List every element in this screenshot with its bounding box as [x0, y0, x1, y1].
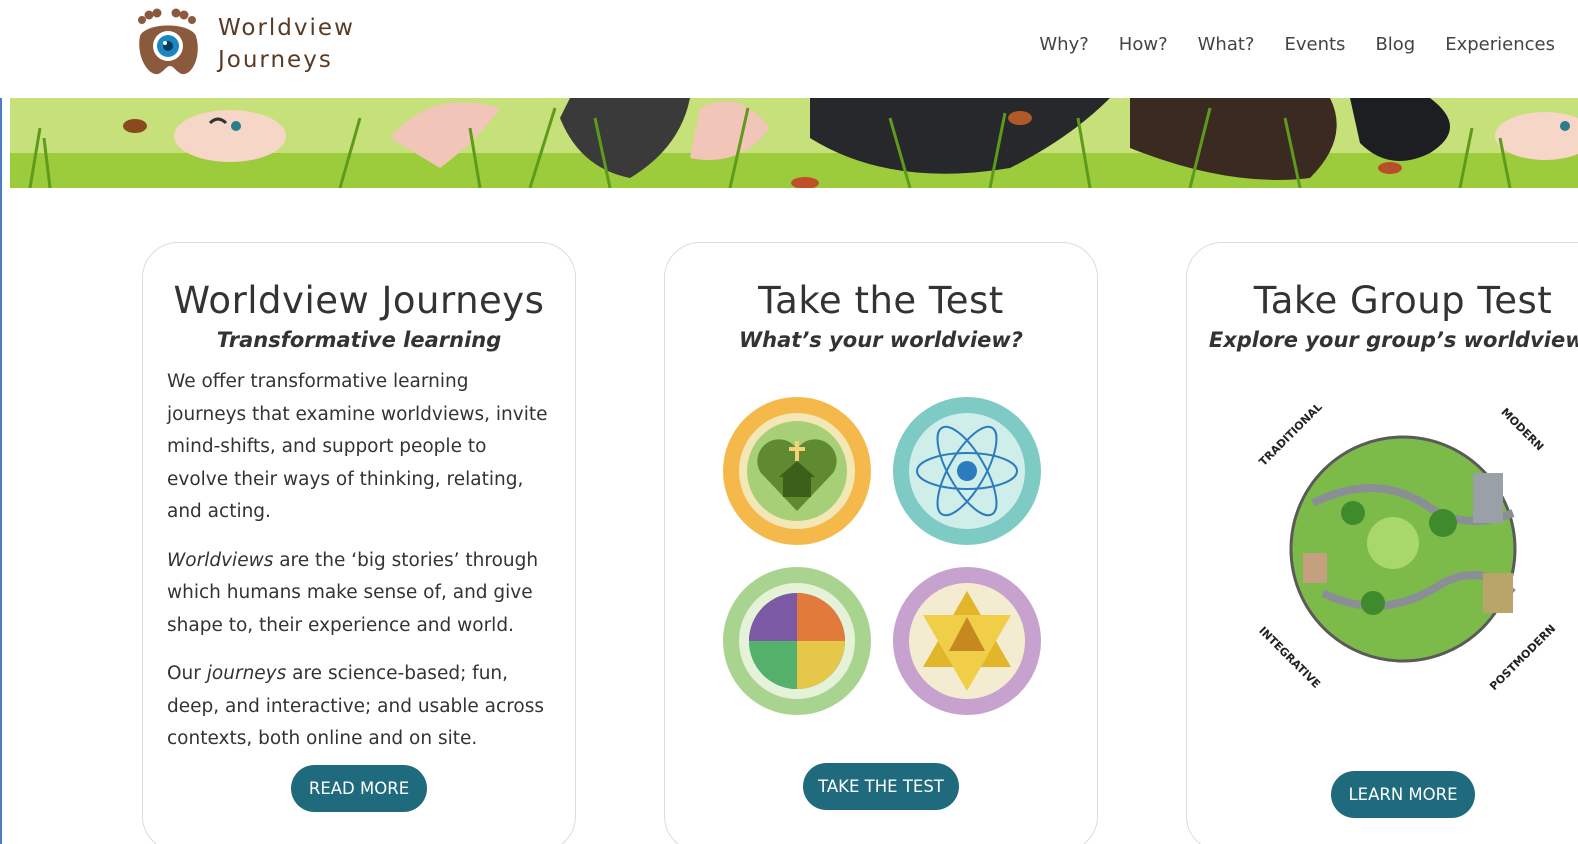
emphasis-text: Worldviews [167, 549, 274, 571]
card-paragraph: Worldviews are the ‘big stories’ through… [167, 545, 551, 643]
footprints-eye-logo-icon [132, 8, 208, 80]
site-header: Worldview Journeys Why? How? What? Event… [0, 0, 1578, 98]
site-logo[interactable]: Worldview Journeys [132, 8, 355, 80]
nav-experiences[interactable]: Experiences [1430, 30, 1570, 60]
nav-blog[interactable]: Blog [1360, 30, 1430, 60]
integrative-badge-icon [893, 567, 1041, 715]
postmodern-badge-icon [723, 567, 871, 715]
card-title: Take Group Test [1253, 279, 1553, 322]
card-paragraph: We offer transformative learning journey… [167, 371, 548, 522]
nav-why[interactable]: Why? [1024, 30, 1103, 60]
take-the-test-button[interactable]: TAKE THE TEST [803, 763, 959, 810]
brand-name-line2: Journeys [218, 47, 333, 73]
modern-badge-icon [893, 397, 1041, 545]
worldview-badges-image [717, 389, 1047, 719]
card-paragraph: Our journeys are science-based; fun, dee… [167, 658, 551, 756]
card-title: Take the Test [758, 279, 1004, 322]
card-worldview-journeys: Worldview Journeys Transformative learni… [142, 242, 576, 844]
learn-more-button[interactable]: LEARN MORE [1331, 771, 1475, 818]
nav-events[interactable]: Events [1269, 30, 1360, 60]
nav-what[interactable]: What? [1183, 30, 1270, 60]
card-body: We offer transformative learning journey… [143, 366, 575, 756]
read-more-button[interactable]: READ MORE [291, 765, 427, 812]
brand-name-line1: Worldview [218, 15, 355, 41]
paragraph-text: Our [167, 663, 207, 684]
emphasis-text: journeys [206, 663, 287, 684]
card-take-the-test: Take the Test What’s your worldview? TAK… [664, 242, 1098, 844]
card-title: Worldview Journeys [173, 279, 545, 322]
traditional-badge-icon [723, 397, 871, 545]
card-subtitle: Transformative learning [216, 328, 502, 352]
card-subtitle: What’s your worldview? [739, 328, 1023, 352]
hero-banner-image [10, 98, 1578, 188]
nav-how[interactable]: How? [1104, 30, 1183, 60]
card-subtitle: Explore your group’s worldviews [1208, 328, 1578, 352]
card-take-group-test: Take Group Test Explore your group’s wor… [1186, 242, 1578, 844]
brand-name: Worldview Journeys [218, 12, 355, 76]
main-nav: Why? How? What? Events Blog Experiences [1024, 30, 1570, 60]
